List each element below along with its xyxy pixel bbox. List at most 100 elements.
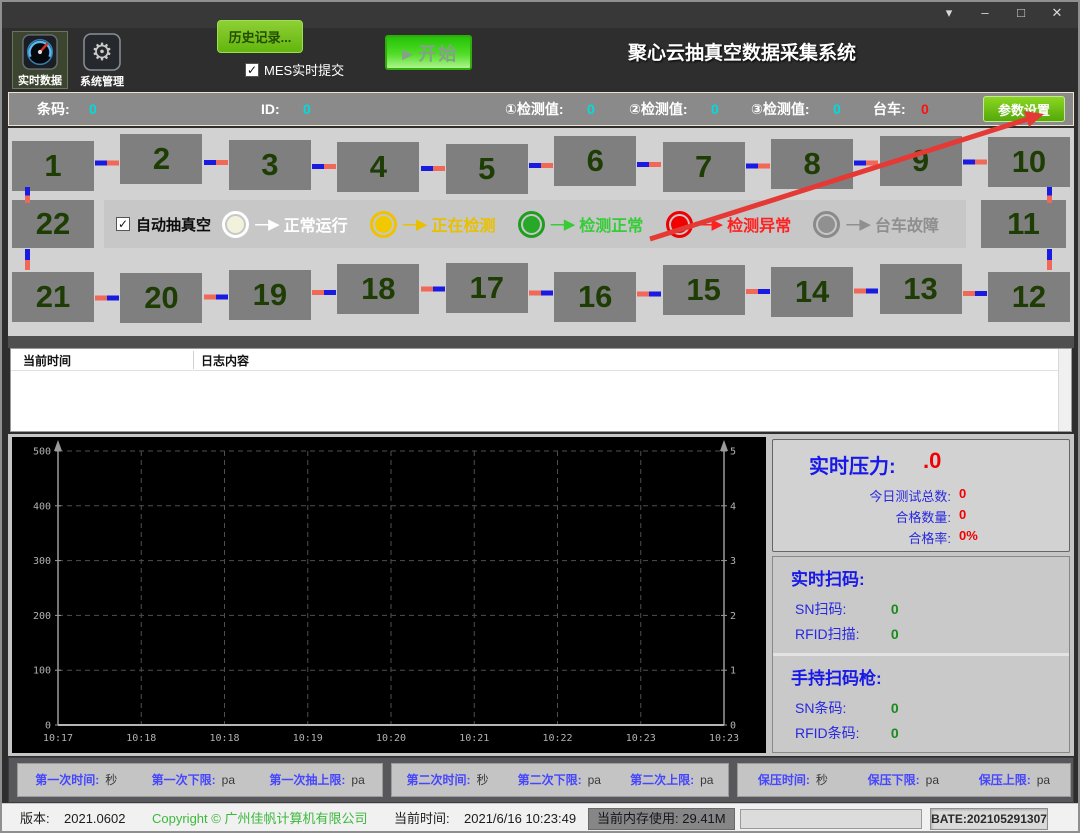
station-connector [419,143,445,193]
station-area: 12345678910 22 ✓ 自动抽真空 —▶正常运行—▶正在检测—▶检测正… [8,128,1074,336]
param-item: 第二次下限:pa [518,771,601,789]
det2-label: ②检测值: [629,93,688,125]
build-chip: BATE:202105291307 [930,808,1048,830]
station-box-8: 8 [771,139,853,189]
close-button[interactable]: ✕ [1046,4,1068,22]
tab-realtime-data[interactable]: 实时数据 [12,31,68,89]
svg-text:200: 200 [33,611,51,622]
log-panel: 当前时间 日志内容 [8,336,1074,434]
legend-item-detecting: —▶正在检测 [370,211,496,238]
station-connector [528,140,554,190]
station-connector [528,268,554,318]
connector-segment [975,159,987,164]
sn-barcode-value: 0 [891,700,899,716]
legend-item-detect-fail: —▶检测异常 [666,211,792,238]
gear-icon: ⚙ [83,33,121,71]
station-box-3: 3 [229,140,311,190]
connector-segment [746,163,758,168]
auto-vacuum-checkbox[interactable]: ✓ [116,217,130,231]
connector-segment [541,290,553,295]
mes-checkbox-row[interactable]: ✓ MES实时提交 [245,60,344,79]
station-box-11: 11 [981,200,1066,248]
tab-realtime-label: 实时数据 [18,72,62,88]
station-connector [311,267,337,317]
detect-ok-indicator-icon [518,211,545,238]
vertical-connector [1047,187,1052,203]
settings-button[interactable]: 参数设置 [983,96,1065,122]
svg-text:10:20: 10:20 [376,733,406,744]
param-label: 第二次上限: [630,773,694,787]
station-connector [636,269,662,319]
connector-segment [963,159,975,164]
menu-button[interactable]: ▾ [938,4,960,22]
detecting-indicator-icon [370,211,397,238]
legend-item-detect-ok: —▶检测正常 [518,211,644,238]
param-label: 保压下限: [868,773,920,787]
param-item: 第一次下限: pa [152,771,235,789]
param-label: 保压上限: [979,773,1031,787]
log-scrollbar[interactable] [1058,349,1071,431]
connector-segment [433,166,445,171]
pressure-value: .0 [923,448,941,474]
svg-text:4: 4 [730,501,736,512]
station-box-18: 18 [337,264,419,314]
svg-text:10:18: 10:18 [209,733,239,744]
param-item: 第二次时间: 秒 [407,771,489,789]
log-table[interactable]: 当前时间 日志内容 [10,348,1072,432]
connector-segment [649,162,661,167]
rfid-barcode-label: RFID条码: [795,723,879,743]
station-box-19: 19 [229,270,311,320]
connector-segment [324,164,336,169]
station-connector [745,141,771,191]
connector-segment [541,163,553,168]
maximize-button[interactable]: □ [1010,4,1032,22]
vertical-connector [25,187,30,203]
param-unit: pa [1037,773,1050,787]
auto-vacuum-row[interactable]: ✓ 自动抽真空 [116,214,211,235]
pressure-chart: 001001200230034004500510:1710:1810:1810:… [12,437,766,753]
param-unit: 秒 [477,773,489,787]
minimize-button[interactable]: – [974,4,996,22]
connector-segment [637,162,649,167]
params-strip: 第一次时间:秒第一次下限:pa第一次抽上限:pa 第二次时间:秒第二次下限:pa… [8,757,1074,803]
svg-text:400: 400 [33,501,51,512]
station-connector [636,139,662,189]
param-label: 第二次时间: [407,773,471,787]
history-button[interactable]: 历史记录... [217,20,303,53]
station-box-2: 2 [120,134,202,184]
version-value: 2021.0602 [64,804,125,833]
right-panel: 实时压力: .0 今日测试总数: 0 合格数量: 0 合格率: 0% 实时扫码: [770,437,1072,753]
cart-value: 0 [921,93,929,125]
svg-text:10:19: 10:19 [293,733,323,744]
param-label: 第一次下限: [152,773,216,787]
connector-segment [975,291,987,296]
rfid-barcode-value: 0 [891,725,899,741]
status-strip: 条码: 0 ID: 0 ①检测值: 0 ②检测值: 0 ③检测值: 0 台车: … [8,92,1074,126]
station-box-4: 4 [337,142,419,192]
window-controls: ▾–□ ✕ [938,4,1068,22]
scan-panel: 实时扫码: SN扫码: 0 RFID扫描: 0 手持扫码枪: SN条码: 0 R… [772,556,1070,753]
connector-segment [746,289,758,294]
connector-segment [758,163,770,168]
memory-usage-chip: 当前内存使用: 29.41M [588,808,735,830]
station-connector [202,272,228,322]
param-unit: pa [588,773,601,787]
sn-scan-value: 0 [891,601,899,617]
tab-system-manage[interactable]: ⚙ 系统管理 [74,31,130,89]
station-box-14: 14 [771,267,853,317]
barcode-label: 条码: [37,93,70,125]
param-unit: pa [222,773,235,787]
station-box-7: 7 [663,142,745,192]
connector-segment [216,160,228,165]
param-label: 第一次抽上限: [269,773,345,787]
mes-checkbox[interactable]: ✓ [245,63,259,77]
station-box-16: 16 [554,272,636,322]
station-box-15: 15 [663,265,745,315]
app-title: 聚心云抽真空数据采集系统 [557,38,927,65]
connector-segment [312,290,324,295]
station-connector [419,264,445,314]
version-label: 版本: [20,804,50,833]
speedometer-icon [21,34,59,70]
start-button[interactable]: ►开始 [385,35,472,70]
connector-segment [529,163,541,168]
